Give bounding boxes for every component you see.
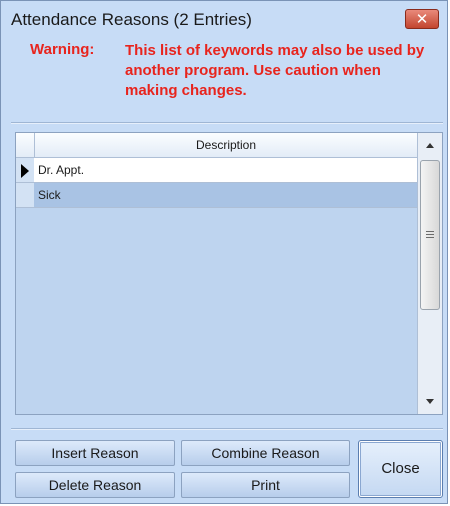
warning-label: Warning: <box>30 41 95 58</box>
close-icon: ✕ <box>415 10 429 28</box>
row-pointer-icon <box>21 164 29 178</box>
row-header[interactable] <box>16 183 34 208</box>
close-button[interactable]: Close <box>358 440 443 498</box>
window-close-button[interactable]: ✕ <box>405 9 439 29</box>
row-header-current[interactable] <box>16 158 34 183</box>
divider-bottom <box>11 428 443 430</box>
scrollbar-thumb[interactable] <box>420 160 440 310</box>
combine-reason-button[interactable]: Combine Reason <box>181 440 350 466</box>
delete-reason-button[interactable]: Delete Reason <box>15 472 175 498</box>
title-bar: Attendance Reasons (2 Entries) ✕ <box>1 1 447 35</box>
grip-line <box>426 234 434 235</box>
grip-line <box>426 237 434 238</box>
scroll-down-button[interactable] <box>418 390 442 414</box>
divider-top <box>11 122 443 124</box>
insert-reason-button[interactable]: Insert Reason <box>15 440 175 466</box>
scroll-up-button[interactable] <box>418 133 442 157</box>
print-button[interactable]: Print <box>181 472 350 498</box>
table-row[interactable]: Dr. Appt. <box>34 158 417 183</box>
attendance-reasons-window: Attendance Reasons (2 Entries) ✕ Warning… <box>0 0 448 504</box>
reasons-grid: Description Dr. Appt. Sick <box>15 132 443 415</box>
warning-message: This list of keywords may also be used b… <box>125 42 425 99</box>
chevron-up-icon <box>426 143 434 148</box>
grid-corner-cell <box>16 133 34 158</box>
table-row[interactable]: Sick <box>34 183 417 208</box>
chevron-down-icon <box>426 399 434 404</box>
window-title: Attendance Reasons (2 Entries) <box>11 10 252 29</box>
column-header-description[interactable]: Description <box>34 133 417 158</box>
grip-line <box>426 231 434 232</box>
vertical-scrollbar[interactable] <box>417 133 442 414</box>
